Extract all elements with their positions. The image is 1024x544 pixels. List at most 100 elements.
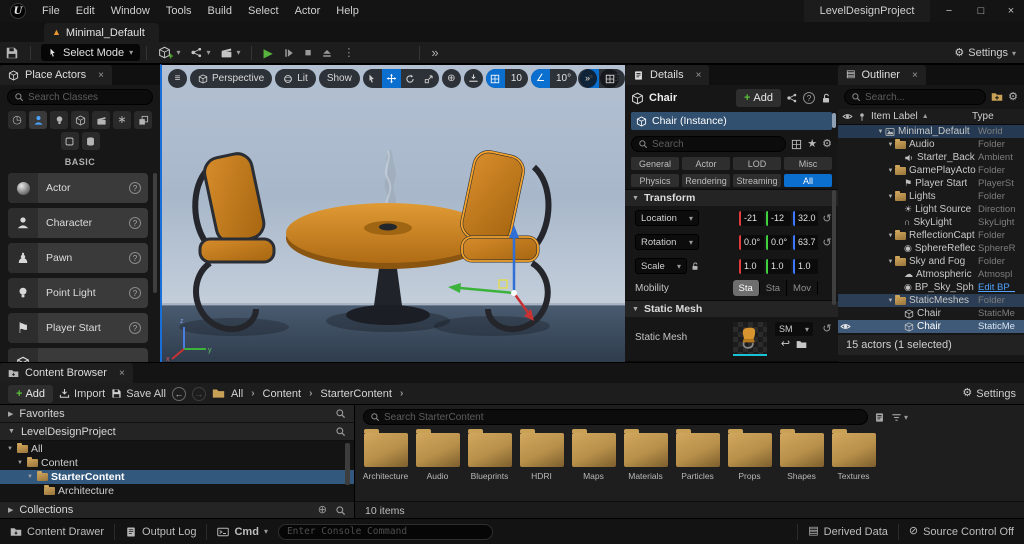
close-icon[interactable]: × [98, 70, 104, 81]
folder-shapes[interactable]: Shapes [779, 433, 824, 481]
outliner-row-actor[interactable]: ◉ SphereReflecSphereR [838, 242, 1024, 255]
select-mode-dropdown[interactable]: Select Mode ▾ [41, 44, 140, 61]
category-recent[interactable]: ◷ [8, 111, 26, 129]
outliner-row-folder[interactable]: ▼ AudioFolder [838, 138, 1024, 151]
scale-z-field[interactable]: 1.0 [793, 259, 818, 274]
outliner-row-actor-selected[interactable]: ChairStaticMe [838, 320, 1024, 333]
tree-item-all[interactable]: ▼ All [0, 442, 354, 456]
outliner-search[interactable] [844, 89, 986, 105]
outliner-search-input[interactable] [865, 92, 979, 103]
stop-button[interactable]: ■ [300, 42, 317, 64]
component-row-chair-instance[interactable]: Chair (Instance) [631, 112, 832, 130]
outliner-row-actor[interactable]: ☁ AtmosphericAtmospl [838, 268, 1024, 281]
outliner-settings-icon[interactable]: ⚙ [1008, 92, 1018, 103]
filter-lod[interactable]: LOD [733, 157, 781, 170]
pin-column-icon[interactable] [857, 112, 867, 122]
tab-minimal-default[interactable]: ▲ Minimal_Default [44, 23, 159, 42]
outliner-row-actor[interactable]: ChairStaticMe [838, 307, 1024, 320]
place-actors-scrollbar[interactable] [153, 173, 157, 293]
menu-tools[interactable]: Tools [158, 0, 200, 22]
filter-actor[interactable]: Actor [682, 157, 730, 170]
save-search-icon[interactable] [874, 412, 885, 423]
static-mesh-dropdown[interactable]: SM▾ [775, 322, 813, 336]
menu-select[interactable]: Select [240, 0, 287, 22]
menu-build[interactable]: Build [200, 0, 240, 22]
back-button[interactable]: ← [172, 387, 186, 401]
content-browser-tab[interactable]: Content Browser × [0, 363, 133, 383]
move-tool[interactable] [382, 69, 401, 88]
scale-tool[interactable] [420, 69, 439, 88]
location-dropdown[interactable]: Location▾ [635, 210, 699, 226]
forward-button[interactable]: → [192, 387, 206, 401]
folder-particles[interactable]: Particles [675, 433, 720, 481]
asset-search-input[interactable] [384, 412, 861, 423]
viewport-options-menu[interactable]: ≡ [168, 69, 187, 88]
place-actor-item-actor[interactable]: Actor ? [8, 173, 148, 203]
folder-materials[interactable]: Materials [623, 433, 668, 481]
tree-item-architecture[interactable]: Architecture [0, 484, 354, 498]
play-button[interactable]: ▶ [258, 42, 277, 64]
outliner-row-folder[interactable]: ▼ Sky and FogFolder [838, 255, 1024, 268]
lit-dropdown[interactable]: Lit [275, 69, 316, 88]
viewport-scene[interactable]: z y x [162, 65, 625, 362]
filter-misc[interactable]: Misc [784, 157, 832, 170]
collections-header[interactable]: ▶ Collections ⊕ [0, 501, 354, 519]
use-selected-icon[interactable]: ↩ [781, 339, 790, 350]
add-content-button[interactable]: +Add [8, 385, 53, 403]
place-actors-tab[interactable]: Place Actors × [0, 65, 112, 85]
scale-lock-icon[interactable] [690, 261, 700, 271]
toolbar-overflow-chevrons[interactable]: » [426, 42, 443, 64]
expander-icon[interactable]: ▼ [886, 259, 895, 265]
help-icon[interactable]: ? [129, 217, 141, 229]
browse-to-asset-icon[interactable] [796, 339, 807, 350]
play-options-kebab[interactable]: ⋮ [338, 42, 359, 64]
rotation-dropdown[interactable]: Rotation▾ [635, 234, 699, 250]
select-tool[interactable] [363, 69, 382, 88]
outliner-row-folder[interactable]: ▼ ReflectionCaptFolder [838, 229, 1024, 242]
outliner-row-actor[interactable]: Starter_BackAmbient [838, 151, 1024, 164]
outliner-row-actor[interactable]: ◉ BP_Sky_SphEdit BP_ [838, 281, 1024, 294]
static-mesh-section-header[interactable]: ▼ Static Mesh [625, 300, 838, 317]
category-volumes[interactable] [61, 132, 79, 150]
world-local-toggle[interactable]: ⊕ [442, 69, 461, 88]
category-cinematic[interactable] [92, 111, 110, 129]
menu-actor[interactable]: Actor [287, 0, 329, 22]
derived-data-button[interactable]: ▤ Derived Data [798, 519, 898, 544]
edit-blueprint-link[interactable]: Edit BP_ [978, 282, 1024, 293]
menu-window[interactable]: Window [103, 0, 158, 22]
console-command-input[interactable] [287, 526, 484, 537]
eye-icon[interactable] [838, 321, 852, 332]
type-column[interactable]: Type [972, 111, 1020, 122]
close-icon[interactable]: × [912, 70, 918, 81]
location-z-field[interactable]: 32.0 [793, 211, 818, 226]
rotation-snap-control[interactable]: ∠ 10° [531, 69, 577, 88]
filter-streaming[interactable]: Streaming [733, 174, 781, 187]
place-actor-item-point-light[interactable]: Point Light ? [8, 278, 148, 308]
item-label-column[interactable]: Item Label [871, 111, 918, 122]
place-actor-item-player-start[interactable]: ⚑ Player Start ? [8, 313, 148, 343]
components-scrollbar[interactable] [832, 113, 836, 128]
breadcrumb-content[interactable]: Content [263, 388, 302, 400]
category-effects[interactable]: ∗ [113, 111, 131, 129]
location-x-field[interactable]: -21 [739, 211, 764, 226]
details-search-input[interactable] [652, 139, 779, 150]
search-classes-input[interactable] [28, 92, 146, 103]
location-y-field[interactable]: -12 [766, 211, 791, 226]
place-actor-item-character[interactable]: Character ? [8, 208, 148, 238]
expander-icon[interactable]: ▼ [886, 168, 895, 174]
save-all-button[interactable]: Save All [111, 388, 166, 400]
expander-icon[interactable]: ▼ [876, 129, 885, 135]
transform-section-header[interactable]: ▼ Transform [625, 189, 838, 206]
help-icon[interactable]: ? [129, 322, 141, 334]
category-shapes[interactable] [71, 111, 89, 129]
mobility-static[interactable]: Sta [733, 280, 760, 296]
rotation-z-field[interactable]: 63.7 [793, 235, 818, 250]
content-browser-settings[interactable]: ⚙ Settings [962, 388, 1016, 400]
show-dropdown[interactable]: Show [319, 69, 360, 88]
outliner-row-folder[interactable]: ▼ GamePlayActoFolder [838, 164, 1024, 177]
skip-button[interactable] [278, 42, 300, 64]
folder-maps[interactable]: Maps [571, 433, 616, 481]
filter-rendering[interactable]: Rendering [682, 174, 730, 187]
asset-search[interactable] [363, 409, 868, 425]
folder-architecture[interactable]: Architecture [363, 433, 408, 481]
